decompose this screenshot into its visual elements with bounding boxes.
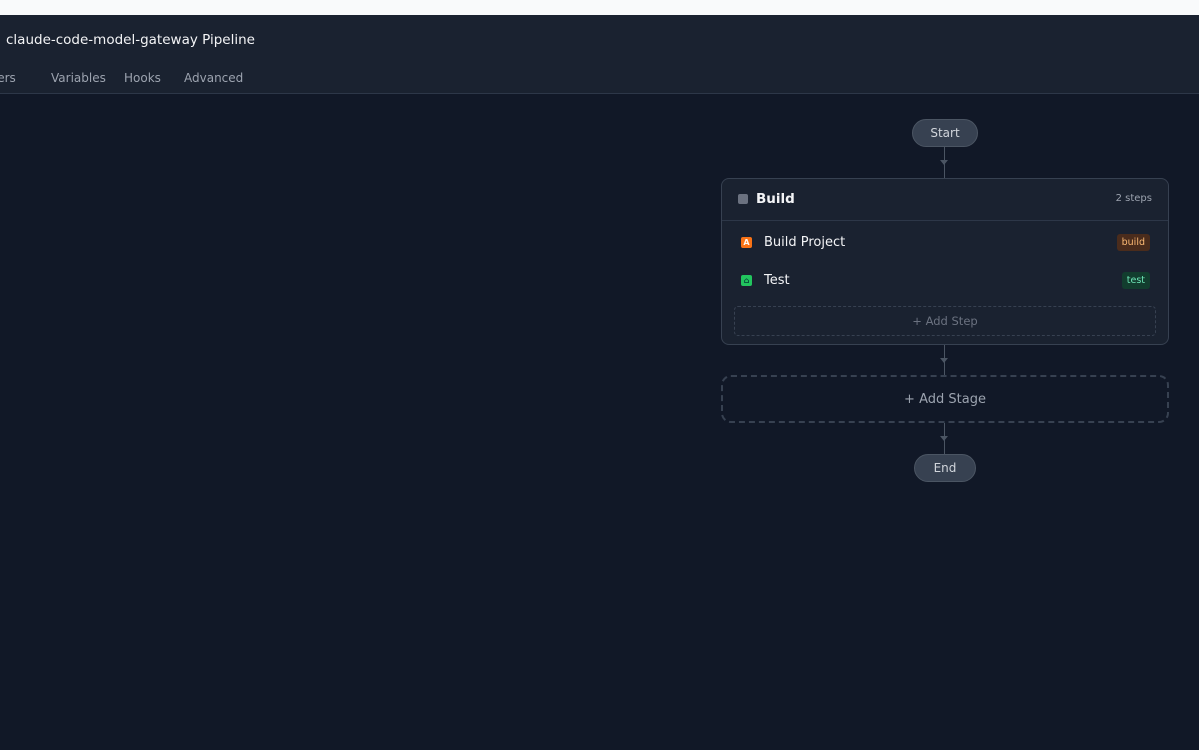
- stage-name: Build: [756, 191, 795, 207]
- stage-card-build[interactable]: Build 2 steps A Build Project build ⌂ Te…: [721, 178, 1169, 345]
- stage-step-count: 2 steps: [1115, 193, 1152, 204]
- tab-advanced[interactable]: Advanced: [184, 71, 243, 85]
- build-step-icon: A: [741, 237, 752, 248]
- pipeline-canvas: Start Build 2 steps A Build Project buil…: [0, 94, 1199, 750]
- tab-triggers[interactable]: ggers: [0, 71, 16, 85]
- browser-top-strip: [0, 0, 1199, 15]
- connector-arrow-icon: [940, 358, 948, 363]
- test-step-icon: ⌂: [741, 275, 752, 286]
- add-stage-button[interactable]: + Add Stage: [721, 375, 1169, 423]
- tab-variables[interactable]: Variables: [51, 71, 106, 85]
- step-name: Build Project: [764, 235, 846, 250]
- step-row-build-project[interactable]: A Build Project build: [722, 229, 1168, 259]
- stage-header: Build 2 steps: [722, 179, 1168, 221]
- page-title: claude-code-model-gateway Pipeline: [6, 32, 255, 48]
- end-node: End: [914, 454, 976, 482]
- start-node: Start: [912, 119, 978, 147]
- stage-marker-icon: [738, 194, 748, 204]
- step-name: Test: [764, 273, 790, 288]
- step-type-badge: test: [1121, 272, 1150, 289]
- tab-hooks[interactable]: Hooks: [124, 71, 161, 85]
- connector-arrow-icon: [940, 160, 948, 165]
- step-row-test[interactable]: ⌂ Test test: [722, 267, 1168, 297]
- connector-arrow-icon: [940, 436, 948, 441]
- pipeline-header: claude-code-model-gateway Pipeline ggers…: [0, 15, 1199, 94]
- step-type-badge: build: [1116, 234, 1150, 251]
- add-step-button[interactable]: + Add Step: [734, 306, 1156, 336]
